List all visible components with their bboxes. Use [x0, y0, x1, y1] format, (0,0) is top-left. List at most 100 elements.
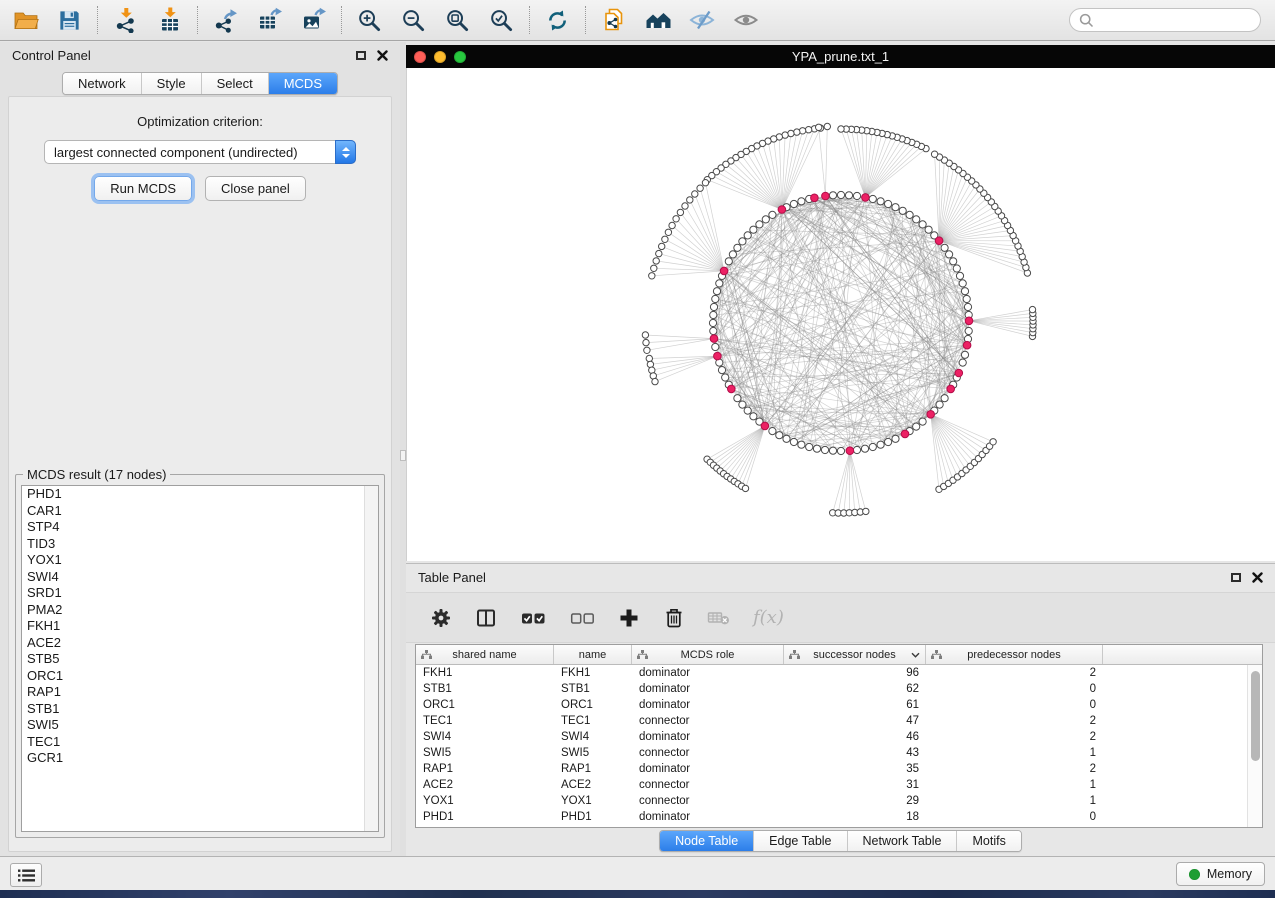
mcds-result-item[interactable]: SWI5	[22, 717, 378, 734]
mcds-result-item[interactable]: STB1	[22, 701, 378, 718]
sort-indicator-icon[interactable]	[911, 652, 920, 659]
mcds-result-item[interactable]: YOX1	[22, 552, 378, 569]
mcds-result-item[interactable]: RAP1	[22, 684, 378, 701]
table-cell: SWI4	[416, 731, 554, 743]
table-row[interactable]: ACE2ACE2connector311	[416, 777, 1262, 793]
memory-button[interactable]: Memory	[1176, 862, 1265, 886]
mcds-result-item[interactable]: STP4	[22, 519, 378, 536]
close-panel-icon[interactable]	[377, 50, 388, 61]
mcds-result-item[interactable]: ORC1	[22, 668, 378, 685]
import-network-button[interactable]	[112, 7, 139, 34]
table-scrollbar-thumb[interactable]	[1251, 671, 1260, 761]
tab-select[interactable]: Select	[202, 73, 269, 94]
table-cell: dominator	[632, 667, 784, 679]
table-row[interactable]: SWI4SWI4dominator462	[416, 729, 1262, 745]
mcds-result-item[interactable]: SWI4	[22, 569, 378, 586]
zoom-fit-button[interactable]	[444, 7, 471, 34]
tab-mcds[interactable]: MCDS	[269, 73, 337, 94]
mcds-result-item[interactable]: FKH1	[22, 618, 378, 635]
export-table-button[interactable]	[256, 7, 283, 34]
close-panel-icon[interactable]	[1252, 572, 1263, 583]
import-table-button[interactable]	[156, 7, 183, 34]
open-file-button[interactable]	[12, 7, 39, 34]
mcds-result-item[interactable]: STB5	[22, 651, 378, 668]
save-session-button[interactable]	[56, 7, 83, 34]
refresh-button[interactable]	[544, 7, 571, 34]
table-cell: RAP1	[554, 763, 632, 775]
mcds-result-item[interactable]: TEC1	[22, 734, 378, 751]
select-all-button[interactable]	[518, 605, 548, 631]
mcds-result-item[interactable]: SRD1	[22, 585, 378, 602]
search-input[interactable]	[1100, 12, 1251, 29]
criterion-dropdown[interactable]: largest connected component (undirected)	[44, 140, 356, 164]
table-row[interactable]: SWI5SWI5connector431	[416, 745, 1262, 761]
mcds-list-scrollbar[interactable]	[364, 486, 378, 831]
open-folder-icon	[13, 7, 39, 33]
float-panel-icon[interactable]	[356, 51, 366, 60]
houses-icon	[645, 7, 671, 33]
table-panel-title: Table Panel	[418, 570, 486, 585]
memory-status-icon	[1189, 869, 1200, 880]
hide-selected-button[interactable]	[688, 7, 715, 34]
duplicate-network-button[interactable]	[600, 7, 627, 34]
first-neighbors-button[interactable]	[644, 7, 671, 34]
task-history-button[interactable]	[10, 863, 42, 887]
tab-network-table[interactable]: Network Table	[848, 831, 958, 851]
show-columns-button[interactable]	[473, 605, 499, 631]
mcds-result-item[interactable]: PMA2	[22, 602, 378, 619]
tab-motifs[interactable]: Motifs	[957, 831, 1020, 851]
table-row[interactable]: ORC1ORC1dominator610	[416, 697, 1262, 713]
table-row[interactable]: YOX1YOX1connector291	[416, 793, 1262, 809]
table-row[interactable]: STB1STB1dominator620	[416, 681, 1262, 697]
show-all-button[interactable]	[732, 7, 759, 34]
table-cell: ORC1	[416, 699, 554, 711]
mcds-result-item[interactable]: CAR1	[22, 503, 378, 520]
mcds-result-item[interactable]: ACE2	[22, 635, 378, 652]
zoom-selected-button[interactable]	[488, 7, 515, 34]
tab-node-table[interactable]: Node Table	[660, 831, 754, 851]
table-row[interactable]: FKH1FKH1dominator962	[416, 665, 1262, 681]
zoom-in-icon	[357, 8, 382, 33]
network-canvas[interactable]	[406, 68, 1275, 561]
mcds-result-item[interactable]: PHD1	[22, 486, 378, 503]
table-cell: ORC1	[554, 699, 632, 711]
tab-edge-table[interactable]: Edge Table	[754, 831, 847, 851]
node-table[interactable]: shared namenameMCDS rolesuccessor nodesp…	[415, 644, 1263, 828]
control-panel: Control Panel NetworkStyleSelectMCDS Opt…	[0, 42, 400, 856]
function-builder-button: f(x)	[751, 607, 784, 628]
run-mcds-button[interactable]: Run MCDS	[94, 176, 192, 201]
column-header-name[interactable]: name	[554, 645, 632, 664]
table-scrollbar[interactable]	[1247, 665, 1262, 827]
column-header-MCDS-role[interactable]: MCDS role	[632, 645, 784, 664]
mcds-result-item[interactable]: TID3	[22, 536, 378, 553]
table-row[interactable]: TEC1TEC1connector472	[416, 713, 1262, 729]
float-panel-icon[interactable]	[1231, 573, 1241, 582]
mcds-result-item[interactable]: GCR1	[22, 750, 378, 767]
table-row[interactable]: RAP1RAP1dominator352	[416, 761, 1262, 777]
table-options-button[interactable]	[428, 605, 454, 631]
add-column-button[interactable]	[616, 605, 642, 631]
network-graph[interactable]	[407, 68, 1275, 561]
column-header-shared-name[interactable]: shared name	[416, 645, 554, 664]
zoom-out-button[interactable]	[400, 7, 427, 34]
column-header-predecessor-nodes[interactable]: predecessor nodes	[926, 645, 1103, 664]
network-titlebar[interactable]: YPA_prune.txt_1	[406, 45, 1275, 68]
deselect-all-button[interactable]	[567, 605, 597, 631]
delete-column-button[interactable]	[661, 605, 687, 631]
table-cell: TEC1	[416, 715, 554, 727]
export-image-button[interactable]	[300, 7, 327, 34]
mcds-result-list[interactable]: PHD1CAR1STP4TID3YOX1SWI4SRD1PMA2FKH1ACE2…	[21, 485, 379, 832]
table-cell: 47	[784, 715, 926, 727]
memory-label: Memory	[1207, 867, 1252, 881]
search-box[interactable]	[1069, 8, 1261, 32]
close-panel-button[interactable]: Close panel	[205, 176, 306, 201]
tab-style[interactable]: Style	[142, 73, 202, 94]
tab-network[interactable]: Network	[63, 73, 142, 94]
criterion-dropdown-value: largest connected component (undirected)	[45, 145, 335, 160]
export-table-icon	[257, 7, 283, 33]
table-row[interactable]: PHD1PHD1dominator180	[416, 809, 1262, 825]
export-network-button[interactable]	[212, 7, 239, 34]
zoom-in-button[interactable]	[356, 7, 383, 34]
column-header-successor-nodes[interactable]: successor nodes	[784, 645, 926, 664]
table-cell: connector	[632, 779, 784, 791]
